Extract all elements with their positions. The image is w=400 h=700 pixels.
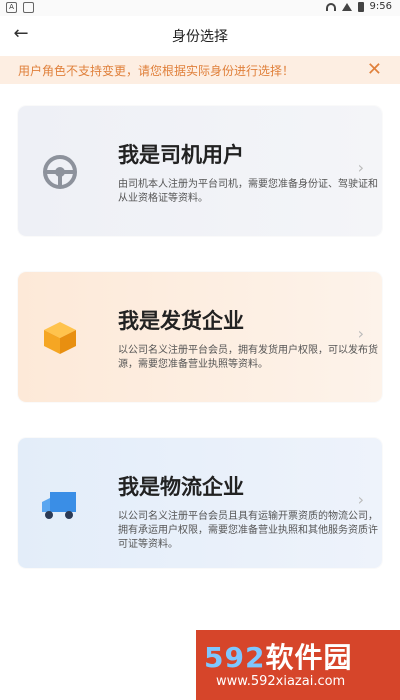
top-app-bar: ← 身份选择 (0, 16, 400, 54)
role-description: 以公司名义注册平台会员，拥有发货用户权限，可以发布货源，需要您准备营业执照等资料… (118, 345, 378, 370)
role-card-shipper[interactable]: 我是发货企业 以公司名义注册平台会员，拥有发货用户权限，可以发布货源，需要您准备… (18, 272, 382, 402)
box-icon (44, 322, 76, 354)
notification-icon (23, 2, 34, 13)
chevron-right-icon: › (357, 324, 364, 343)
notice-text: 用户角色不支持变更，请您根据实际身份进行选择！ (18, 64, 295, 78)
watermark-logo: 592软件园 (204, 641, 353, 674)
role-title: 我是发货企业 (118, 309, 244, 333)
status-bar: A 9:56 (0, 0, 400, 16)
role-description: 由司机本人注册为平台司机，需要您准备身份证、驾驶证和从业资格证等资料。 (118, 179, 378, 204)
signal-icon (341, 2, 352, 11)
wifi-icon (325, 2, 336, 11)
role-description: 以公司名义注册平台会员且具有运输开票资质的物流公司，拥有承运用户权限，需要您准备… (118, 511, 378, 550)
battery-icon (357, 1, 364, 12)
role-title: 我是司机用户 (118, 143, 244, 167)
role-title: 我是物流企业 (118, 475, 244, 499)
role-card-driver[interactable]: 我是司机用户 由司机本人注册为平台司机，需要您准备身份证、驾驶证和从业资格证等资… (18, 106, 382, 236)
chevron-right-icon: › (357, 158, 364, 177)
app-badge-icon: A (6, 2, 17, 13)
notice-banner: 用户角色不支持变更，请您根据实际身份进行选择！ ✕ (0, 56, 400, 84)
truck-icon (42, 492, 76, 519)
steering-wheel-icon (43, 155, 77, 189)
watermark-url: www.592xiazai.com (216, 674, 346, 689)
chevron-right-icon: › (357, 490, 364, 509)
watermark: 592软件园 www.592xiazai.com (196, 630, 400, 700)
role-card-logistics[interactable]: 我是物流企业 以公司名义注册平台会员且具有运输开票资质的物流公司，拥有承运用户权… (18, 438, 382, 568)
page-title: 身份选择 (172, 29, 228, 45)
close-icon[interactable]: ✕ (367, 59, 382, 80)
status-time: 9:56 (369, 1, 392, 12)
